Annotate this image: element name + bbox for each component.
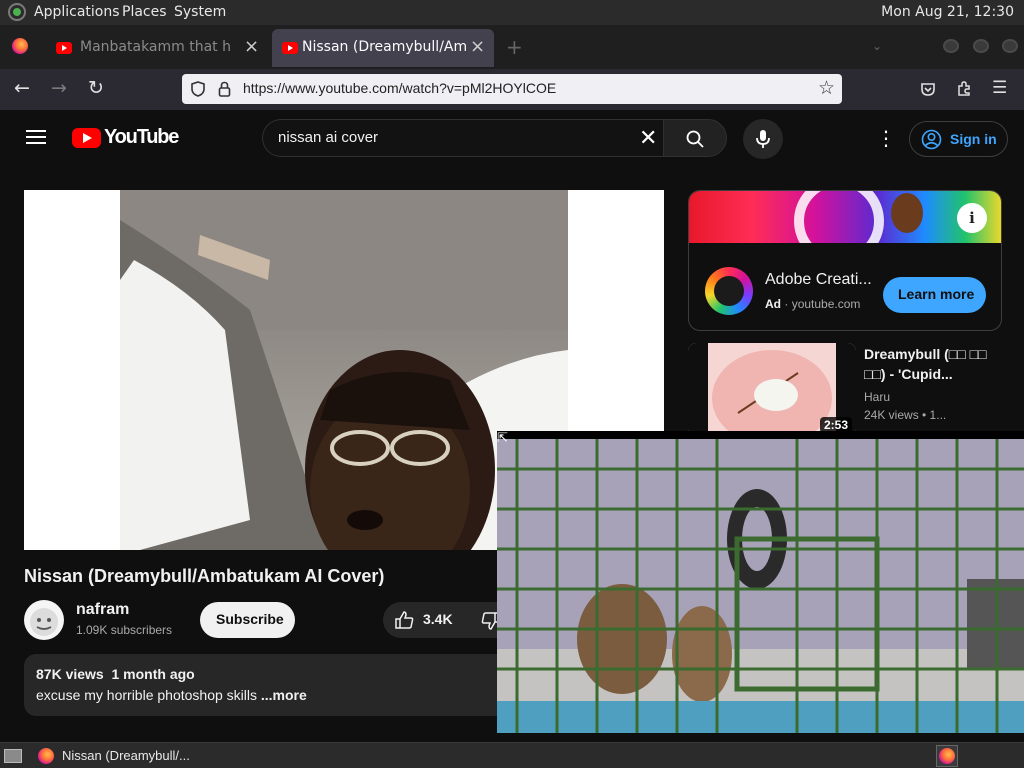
guide-menu-icon[interactable] xyxy=(26,130,46,145)
channel-avatar[interactable] xyxy=(24,600,64,640)
bookmark-star-icon[interactable]: ☆ xyxy=(818,77,835,99)
maximize-window-icon[interactable] xyxy=(973,39,989,53)
microphone-icon xyxy=(756,130,770,148)
show-more-link[interactable]: ...more xyxy=(261,687,307,703)
description-snippet: excuse my horrible photoshop skills xyxy=(36,687,257,703)
search-box[interactable]: ✕ xyxy=(262,119,672,157)
url-bar[interactable]: https://www.youtube.com/watch?v=pMl2HOYl… xyxy=(182,74,842,104)
search-input[interactable] xyxy=(278,129,618,146)
tab-title: Nissan (Dreamybull/Ambatu xyxy=(302,39,468,55)
ad-separator: · xyxy=(784,297,792,311)
youtube-logo-icon[interactable] xyxy=(72,128,101,148)
pip-resize-handle-icon[interactable]: ⇱ xyxy=(497,431,511,446)
bottom-panel: Nissan (Dreamybull/... xyxy=(0,742,1024,768)
tab-title: Manbatakamm that ha xyxy=(80,39,230,55)
ad-title[interactable]: Adobe Creati... xyxy=(765,271,872,289)
view-count-date: 87K views 1 month ago xyxy=(36,666,195,682)
sign-in-label: Sign in xyxy=(950,131,997,147)
firefox-icon[interactable] xyxy=(38,748,54,764)
subscribe-label: Subscribe xyxy=(216,611,284,627)
taskbar-window-button[interactable]: Nissan (Dreamybull/... xyxy=(62,748,190,763)
pocket-icon[interactable] xyxy=(920,81,936,97)
clear-search-icon[interactable]: ✕ xyxy=(639,126,657,151)
youtube-header: YouTube ✕ ⋮ Sign in xyxy=(0,110,1024,166)
back-icon[interactable]: ← xyxy=(14,79,30,98)
minimize-window-icon[interactable] xyxy=(943,39,959,53)
firefox-view-icon[interactable] xyxy=(12,38,28,54)
voice-search-button[interactable] xyxy=(743,119,783,159)
like-count: 3.4K xyxy=(423,611,453,627)
ad-card[interactable]: i Adobe Creati... Ad · youtube.com Learn… xyxy=(688,190,1002,331)
tab-list-chevron-icon[interactable]: ⌄ xyxy=(872,39,882,53)
thumbs-up-icon xyxy=(395,611,414,629)
clock[interactable]: Mon Aug 21, 12:30 xyxy=(881,4,1014,20)
channel-name[interactable]: nafram xyxy=(76,601,129,619)
video-title: Nissan (Dreamybull/Ambatukam AI Cover) xyxy=(24,566,385,586)
avatar-face-icon xyxy=(30,608,58,636)
tab-manbatakamm[interactable]: Manbatakamm that ha × xyxy=(46,29,268,67)
workspace-switcher[interactable] xyxy=(936,745,958,767)
lock-icon[interactable] xyxy=(218,81,231,97)
settings-dots-icon[interactable]: ⋮ xyxy=(876,128,896,148)
ad-label: Ad xyxy=(765,297,781,311)
close-window-icon[interactable] xyxy=(1002,39,1018,53)
url-text[interactable]: https://www.youtube.com/watch?v=pMl2HOYl… xyxy=(243,80,556,96)
system-menu[interactable]: System xyxy=(174,4,226,20)
recommended-thumbnail[interactable]: 2:53 xyxy=(688,343,856,437)
pip-video-still xyxy=(497,439,1024,733)
youtube-favicon-icon xyxy=(282,42,298,54)
reload-icon[interactable]: ↻ xyxy=(88,79,104,98)
ad-sponsor-line: Ad · youtube.com xyxy=(765,297,860,311)
recommended-views: 24K views • 1... xyxy=(864,408,947,422)
sign-in-button[interactable]: Sign in xyxy=(909,121,1008,157)
applications-menu[interactable]: Applications xyxy=(34,4,120,20)
shield-icon[interactable] xyxy=(191,81,205,97)
ad-banner-image[interactable]: i xyxy=(689,191,1001,266)
tab-strip: Manbatakamm that ha × Nissan (Dreamybull… xyxy=(0,25,1024,69)
nav-toolbar: ← → ↻ https://www.youtube.com/watch?v=pM… xyxy=(0,69,1024,110)
new-tab-icon[interactable]: + xyxy=(506,35,523,59)
description-text: excuse my horrible photoshop skills ...m… xyxy=(36,687,307,703)
close-tab-icon[interactable]: × xyxy=(244,36,259,57)
subscriber-count: 1.09K subscribers xyxy=(76,623,173,637)
show-desktop-icon[interactable] xyxy=(4,749,22,763)
gnome-foot-icon[interactable] xyxy=(7,3,27,21)
app-menu-icon[interactable]: ☰ xyxy=(992,79,1007,98)
ad-banner-art xyxy=(794,191,923,266)
learn-more-button[interactable]: Learn more xyxy=(883,277,986,313)
youtube-wordmark[interactable]: YouTube xyxy=(104,126,179,149)
search-icon xyxy=(686,130,704,148)
recommended-channel[interactable]: Haru xyxy=(864,390,890,404)
ad-info-icon[interactable]: i xyxy=(957,203,987,233)
close-tab-icon[interactable]: × xyxy=(470,36,485,57)
youtube-favicon-icon xyxy=(56,42,72,54)
picture-in-picture-window[interactable]: ⇱ xyxy=(497,431,1024,733)
search-button[interactable] xyxy=(663,119,727,157)
forward-icon[interactable]: → xyxy=(51,79,67,98)
ad-domain: youtube.com xyxy=(791,297,861,311)
account-icon xyxy=(921,129,942,150)
tab-nissan[interactable]: Nissan (Dreamybull/Ambatu × xyxy=(272,29,494,67)
subscribe-button[interactable]: Subscribe xyxy=(200,602,295,638)
adobe-cc-logo-icon[interactable] xyxy=(705,267,753,315)
extensions-icon[interactable] xyxy=(956,80,973,97)
places-menu[interactable]: Places xyxy=(122,4,167,20)
top-panel: Applications Places System Mon Aug 21, 1… xyxy=(0,0,1024,25)
recommended-title[interactable]: Dreamybull (□□ □□ □□) - 'Cupid... xyxy=(864,344,1004,384)
pip-video-frame[interactable] xyxy=(497,439,1024,733)
learn-more-label: Learn more xyxy=(898,286,975,302)
firefox-tray-icon xyxy=(939,748,955,764)
